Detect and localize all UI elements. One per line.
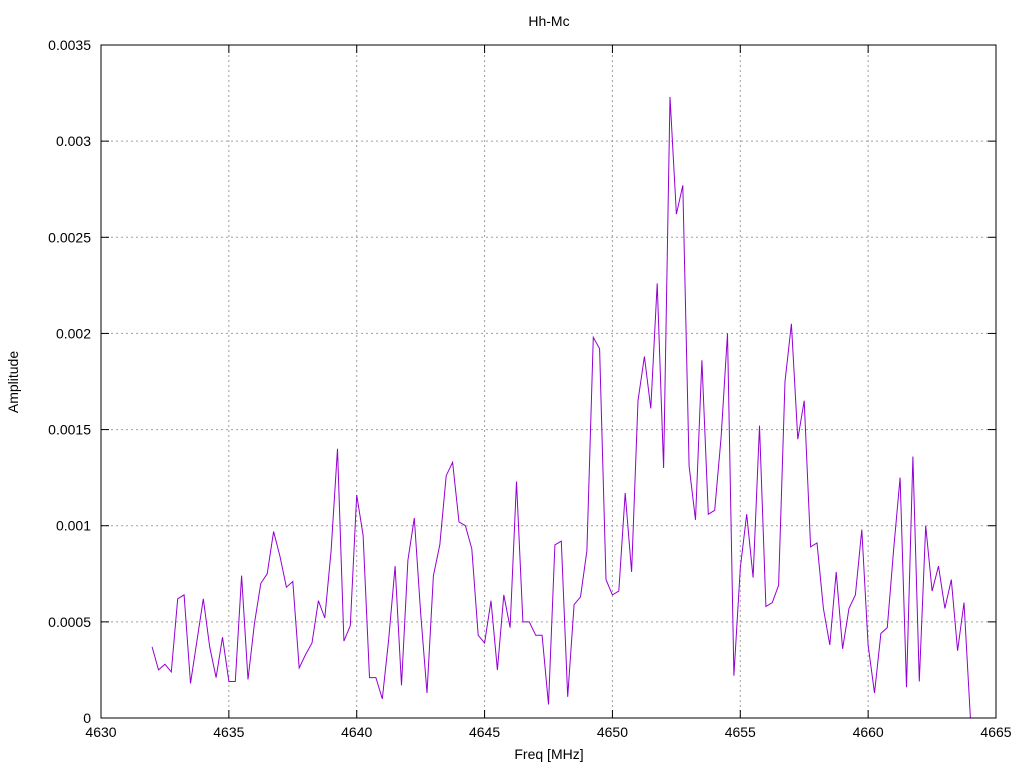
y-axis-label: Amplitude	[5, 351, 21, 413]
x-tick-label: 4635	[213, 724, 244, 740]
chart-title: Hh-Mc	[528, 13, 569, 29]
y-tick-label: 0.002	[56, 325, 91, 341]
x-tick-label: 4660	[853, 724, 884, 740]
line-chart: 4630 4635 4640 4645 4650 4655 4660 4665 0 0.0005…	[0, 0, 1024, 768]
x-tick-label: 4630	[85, 724, 116, 740]
y-tick-label: 0.0035	[48, 37, 91, 53]
y-tick-label: 0.001	[56, 518, 91, 534]
y-tick-label: 0.003	[56, 133, 91, 149]
y-tick-label: 0.0025	[48, 229, 91, 245]
x-tick-label: 4645	[469, 724, 500, 740]
x-tick-label: 4665	[980, 724, 1011, 740]
x-tick-label: 4655	[725, 724, 756, 740]
x-tick-label: 4640	[341, 724, 372, 740]
y-tick-label: 0.0015	[48, 422, 91, 438]
x-tick-label: 4650	[597, 724, 628, 740]
y-tick-label: 0.0005	[48, 614, 91, 630]
y-tick-label: 0	[83, 710, 91, 726]
x-axis-label: Freq [MHz]	[514, 746, 583, 762]
